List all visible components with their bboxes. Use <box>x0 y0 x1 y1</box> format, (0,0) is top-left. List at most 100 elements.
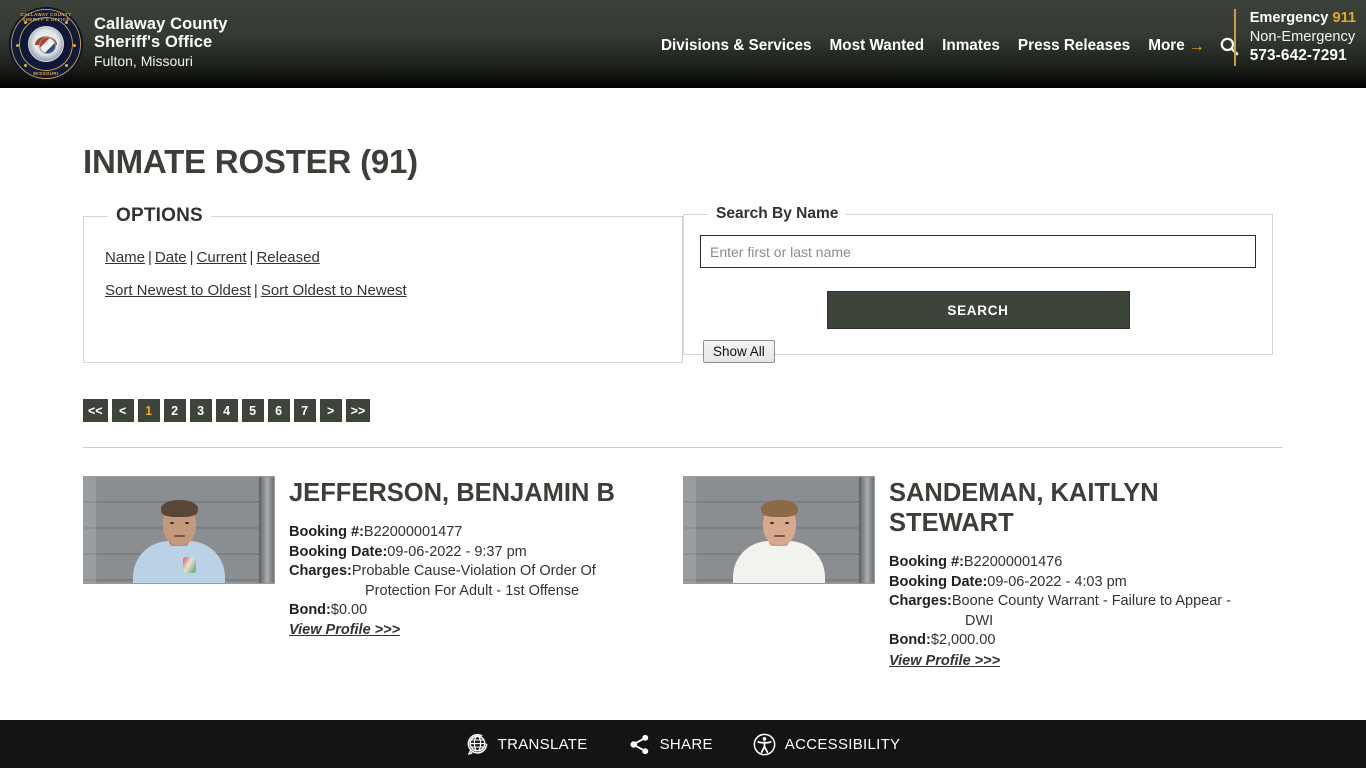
filter-link-released[interactable]: Released <box>256 249 319 266</box>
nav-item-divisions-services[interactable]: Divisions & Services <box>652 37 821 55</box>
separator: | <box>253 281 258 299</box>
brand-line-1: Callaway County <box>94 15 228 33</box>
nav-item-most-wanted[interactable]: Most Wanted <box>821 37 934 55</box>
view-profile-link[interactable]: View Profile >>> <box>289 621 400 640</box>
separator: | <box>148 249 152 267</box>
mugshot-subject <box>133 500 225 584</box>
booking-number-label: Booking #: <box>289 524 364 541</box>
subject-mouth <box>173 535 185 538</box>
nav-item-press-releases[interactable]: Press Releases <box>1009 37 1139 55</box>
pagination: << < 1 2 3 4 5 6 7 > >> <box>83 399 1283 423</box>
bond-line: Bond:$2,000.00 <box>889 631 1259 650</box>
nav-item-more-label: More <box>1148 37 1185 54</box>
pagination-page-2[interactable]: 2 <box>163 399 186 423</box>
panels-row: OPTIONS Name | Date | Current | Released Sort … <box>83 205 1283 364</box>
pagination-first[interactable]: << <box>83 399 108 423</box>
sort-links-row: Sort Newest to Oldest | Sort Oldest to New… <box>105 279 666 302</box>
options-legend: OPTIONS <box>116 205 203 227</box>
search-input[interactable] <box>700 235 1256 269</box>
booking-date-value: 09-06-2022 - 9:37 pm <box>387 543 527 560</box>
inmate-details: Booking #:B22000001476 Booking Date:09-0… <box>889 553 1259 671</box>
subject-head <box>760 500 798 546</box>
filter-links-row: Name | Date | Current | Released <box>105 246 666 269</box>
subject-hair <box>760 500 798 518</box>
translate-globe-icon <box>466 733 489 756</box>
booking-date-value: 09-06-2022 - 4:03 pm <box>987 573 1127 590</box>
inmate-mugshot[interactable] <box>83 476 275 585</box>
seal-crest <box>33 35 59 45</box>
inmate-mugshot[interactable] <box>683 476 875 585</box>
pagination-prev[interactable]: < <box>111 399 134 423</box>
non-emergency-number[interactable]: 573-642-7291 <box>1250 46 1356 66</box>
sort-newest-to-oldest-link[interactable]: Sort Newest to Oldest <box>105 282 251 299</box>
subject-eye-left <box>769 522 774 525</box>
subject-torso <box>733 534 825 584</box>
section-divider <box>83 447 1283 449</box>
emergency-number[interactable]: 911 <box>1332 10 1356 26</box>
booking-number-line: Booking #:B22000001476 <box>889 553 1259 572</box>
contact-block: Emergency 911 Non-Emergency 573-642-7291 <box>1233 9 1356 67</box>
accessibility-label: ACCESSIBILITY <box>784 735 901 753</box>
booking-number-value: B22000001476 <box>963 554 1063 571</box>
show-all-button[interactable]: Show All <box>703 340 775 364</box>
pagination-page-5[interactable]: 5 <box>241 399 264 423</box>
inmate-card: JEFFERSON, BENJAMIN B Booking #:B2200000… <box>83 476 683 671</box>
view-profile-link[interactable]: View Profile >>> <box>889 652 1000 671</box>
nav-item-more[interactable]: More <box>1139 37 1189 55</box>
arrow-right-icon[interactable]: → <box>1189 39 1205 55</box>
pagination-page-4[interactable]: 4 <box>215 399 238 423</box>
brand-block[interactable]: CALLAWAY COUNTY SHERIFF'S OFFICE MISSOUR… <box>0 0 228 80</box>
separator: | <box>249 249 254 267</box>
brand-text: Callaway County Sheriff's Office Fulton,… <box>94 8 228 70</box>
page-title: INMATE ROSTER (91) <box>83 143 418 180</box>
accessibility-icon <box>753 733 776 756</box>
callaway-county-sheriff-badge-icon[interactable]: CALLAWAY COUNTY SHERIFF'S OFFICE MISSOUR… <box>10 8 82 80</box>
subject-eye-left <box>169 522 174 525</box>
inmate-name: JEFFERSON, BENJAMIN B <box>289 479 615 508</box>
brand-location: Fulton, Missouri <box>94 52 193 69</box>
pagination-page-1[interactable]: 1 <box>137 399 160 423</box>
search-panel: Search By Name SEARCH Show All <box>683 205 1273 364</box>
charges-value-line-1: Probable Cause-Violation Of Order Of <box>351 563 596 580</box>
subject-eye-right <box>784 522 789 525</box>
charges-line: Charges:Boone County Warrant - Failure t… <box>889 592 1259 611</box>
emergency-label: Emergency <box>1249 10 1329 26</box>
bond-value: $2,000.00 <box>930 632 996 649</box>
booking-date-label: Booking Date: <box>289 543 388 560</box>
search-button[interactable]: SEARCH <box>826 291 1130 330</box>
translate-label: TRANSLATE <box>497 735 588 753</box>
pagination-page-3[interactable]: 3 <box>189 399 212 423</box>
brand-line-2: Sheriff's Office <box>94 33 213 52</box>
bond-value: $0.00 <box>330 602 368 619</box>
subject-mouth <box>773 535 785 538</box>
separator: | <box>189 249 194 267</box>
badge-ring-text-top: CALLAWAY COUNTY SHERIFF'S OFFICE <box>20 12 72 22</box>
filter-link-date[interactable]: Date <box>155 249 187 266</box>
booking-number-label: Booking #: <box>889 554 964 571</box>
sort-oldest-to-newest-link[interactable]: Sort Oldest to Newest <box>261 282 407 299</box>
nav-item-inmates[interactable]: Inmates <box>933 37 1009 55</box>
share-button[interactable]: SHARE <box>628 733 713 756</box>
inmate-card-body: SANDEMAN, KAITLYN STEWART Booking #:B220… <box>889 476 1259 671</box>
translate-button[interactable]: TRANSLATE <box>466 733 588 756</box>
bond-label: Bond: <box>889 632 931 649</box>
booking-date-line: Booking Date:09-06-2022 - 4:03 pm <box>889 573 1259 592</box>
page-content: INMATE ROSTER (91) OPTIONS Name | Date | Cur… <box>0 143 1366 671</box>
subject-eye-right <box>184 522 189 525</box>
filter-link-current[interactable]: Current <box>197 249 247 266</box>
utility-bottom-bar: TRANSLATE SHARE ACCESSIBILITY <box>0 720 1366 768</box>
filter-link-name[interactable]: Name <box>105 249 145 266</box>
main-navigation: Divisions & Services Most Wanted Inmates… <box>652 34 1241 58</box>
booking-date-label: Booking Date: <box>889 573 988 590</box>
options-panel: OPTIONS Name | Date | Current | Released Sort … <box>83 205 683 364</box>
search-legend: Search By Name <box>716 205 839 223</box>
accessibility-button[interactable]: ACCESSIBILITY <box>753 733 901 756</box>
pagination-page-7[interactable]: 7 <box>293 399 316 423</box>
mugshot-subject <box>733 500 825 584</box>
pagination-last[interactable]: >> <box>345 399 371 423</box>
inmate-name: SANDEMAN, KAITLYN STEWART <box>889 479 1159 538</box>
pagination-next[interactable]: > <box>319 399 342 423</box>
charges-value-line-2: DWI <box>965 612 994 629</box>
pagination-page-6[interactable]: 6 <box>267 399 290 423</box>
charges-label: Charges: <box>289 563 352 580</box>
